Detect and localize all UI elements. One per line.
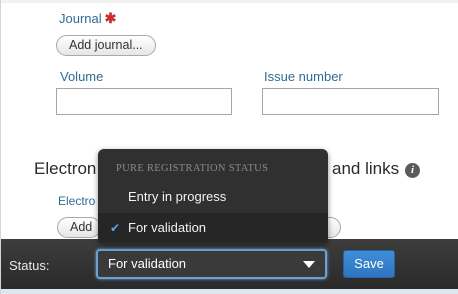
status-dropdown-menu: PURE REGISTRATION STATUS Entry in progre…	[98, 149, 328, 244]
journal-label-text: Journal	[59, 11, 102, 26]
info-icon[interactable]: i	[405, 163, 420, 178]
caret-down-icon	[303, 261, 315, 268]
issue-number-label: Issue number	[264, 69, 343, 84]
status-select[interactable]: For validation	[96, 249, 327, 279]
issue-number-input[interactable]	[262, 88, 439, 115]
status-label: Status:	[9, 258, 50, 273]
electronic-section-heading-right: and links	[332, 159, 400, 178]
add-journal-button[interactable]: Add journal...	[56, 35, 156, 56]
dropdown-option-label: For validation	[128, 220, 207, 235]
dropdown-header: PURE REGISTRATION STATUS	[116, 163, 269, 174]
save-button[interactable]: Save	[343, 250, 395, 278]
electronic-sub-label: Electro	[58, 194, 96, 208]
journal-label: Journal ✱	[59, 10, 116, 27]
status-select-value: For validation	[108, 256, 187, 271]
dropdown-option-label: Entry in progress	[128, 189, 227, 204]
electronic-section-heading-left: Electron	[34, 159, 97, 178]
bottom-strip	[1, 289, 458, 294]
check-icon: ✔	[110, 221, 121, 235]
volume-label: Volume	[60, 69, 104, 84]
volume-input[interactable]	[56, 88, 232, 115]
add-electronic-version-button[interactable]: Add	[57, 217, 102, 238]
dropdown-option-for-validation[interactable]: ✔ For validation	[98, 213, 328, 243]
publication-editor: Journal ✱ Add journal... Volume Issue num…	[0, 0, 458, 294]
required-asterisk-icon: ✱	[104, 10, 117, 26]
top-edge	[1, 0, 458, 3]
dropdown-option-entry-in-progress[interactable]: Entry in progress	[98, 182, 328, 212]
